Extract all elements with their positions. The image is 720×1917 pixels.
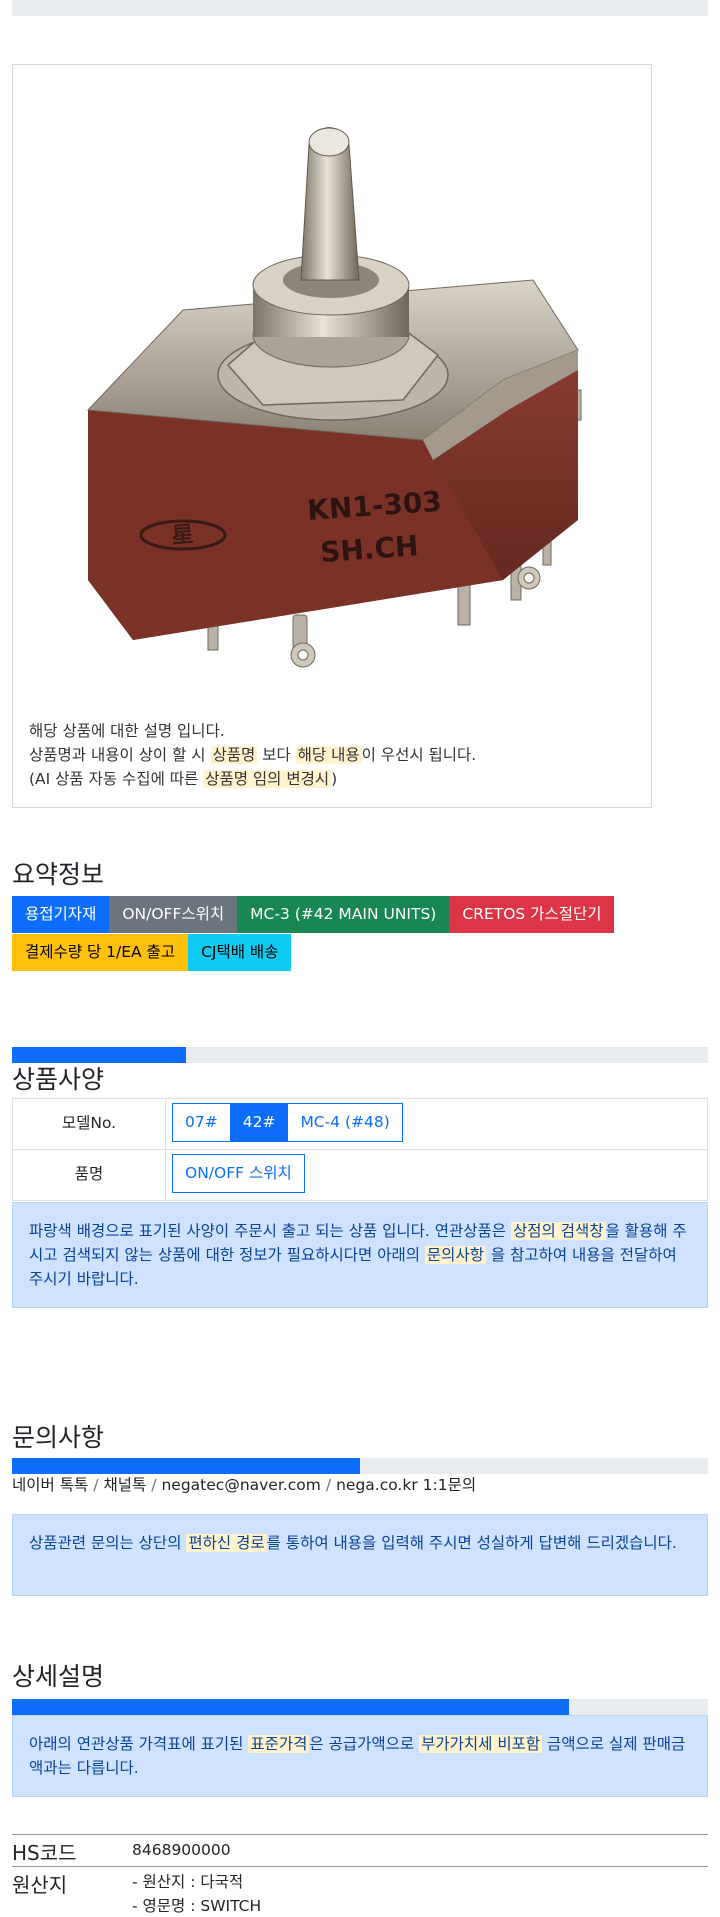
origin-english-name: - 영문명 : SWITCH <box>132 1897 262 1915</box>
model-option-07[interactable]: 07# <box>172 1103 231 1142</box>
info-row-hs: HS코드 8468900000 <box>12 1834 708 1867</box>
detail-notice-alert: 아래의 연관상품 가격표에 표기된 표준가격 은 공급가액으로 부가가치세 비포함… <box>12 1715 708 1797</box>
product-description: 해당 상품에 대한 설명 입니다. 상품명과 내용이 상이 할 시 상품명 보다… <box>29 719 629 791</box>
model-option-group: 07# 42# MC-4 (#48) <box>172 1103 403 1142</box>
desc-line-2: 상품명과 내용이 상이 할 시 상품명 보다 해당 내용 이 우선시 됩니다. <box>29 746 477 764</box>
highlight-content: 해당 내용 <box>295 746 362 764</box>
badge-type[interactable]: ON/OFF스위치 <box>109 896 238 933</box>
summary-title: 요약정보 <box>12 860 105 889</box>
spec-notice-alert: 파랑색 배경으로 표기된 사양이 주문시 출고 되는 상품 입니다. 연관상품은… <box>12 1202 708 1308</box>
detail-title: 상세설명 <box>12 1662 105 1691</box>
spec-progress-bar <box>12 1047 708 1063</box>
inquiry-title: 문의사항 <box>12 1423 105 1452</box>
desc-line-3: (AI 상품 자동 수집에 따른 상품명 임의 변경시) <box>29 770 338 788</box>
highlight-name-change: 상품명 임의 변경시 <box>203 770 332 788</box>
desc-line-1: 해당 상품에 대한 설명 입니다. <box>29 722 225 740</box>
spec-row-name: 품명 ON/OFF 스위치 <box>12 1149 708 1201</box>
highlight-inquiry: 문의사항 <box>424 1246 486 1264</box>
info-row-origin: 원산지 - 원산지 : 다국적 - 영문명 : SWITCH <box>12 1866 708 1917</box>
product-info-table: HS코드 8468900000 원산지 - 원산지 : 다국적 - 영문명 : … <box>12 1834 708 1917</box>
contact-links: 네이버 톡톡 / 채널톡 / negatec@naver.com / nega.co.kr … <box>12 1476 477 1494</box>
origin-label: 원산지 <box>12 1866 132 1917</box>
contact-site-inquiry[interactable]: nega.co.kr 1:1문의 <box>336 1476 476 1494</box>
product-image-brand-text: SH.CH <box>319 529 419 569</box>
name-label: 품명 <box>12 1149 166 1201</box>
top-bar <box>12 0 708 16</box>
spec-row-model: 모델No. 07# 42# MC-4 (#48) <box>12 1098 708 1150</box>
hs-code-label: HS코드 <box>12 1834 132 1867</box>
contact-email[interactable]: negatec@naver.com <box>161 1476 320 1494</box>
product-card: 星 KN1-303 SH.CH 해당 상품에 대한 설명 입니다. 상품명과 내… <box>12 64 652 808</box>
highlight-vat-excluded: 부가가치세 비포함 <box>419 1735 543 1753</box>
badge-category[interactable]: 용접기자재 <box>12 896 110 933</box>
model-label: 모델No. <box>12 1098 166 1150</box>
name-option-onoff[interactable]: ON/OFF 스위치 <box>172 1154 305 1193</box>
spec-title: 상품사양 <box>12 1065 105 1094</box>
inquiry-progress-bar <box>12 1458 708 1474</box>
name-option-group: ON/OFF 스위치 <box>172 1154 305 1193</box>
hs-code-value: 8468900000 <box>132 1834 708 1867</box>
contact-channel-talk[interactable]: 채널톡 <box>103 1476 146 1494</box>
detail-progress-bar <box>12 1699 708 1715</box>
summary-badges: 용접기자재 ON/OFF스위치 MC-3 (#42 MAIN UNITS) CR… <box>12 896 712 972</box>
product-image: 星 KN1-303 SH.CH <box>86 127 582 668</box>
badge-brand[interactable]: CRETOS 가스절단기 <box>449 896 615 933</box>
highlight-standard-price: 표준가격 <box>248 1735 310 1753</box>
highlight-preferred-route: 편하신 경로 <box>186 1534 267 1552</box>
svg-text:星: 星 <box>171 522 195 548</box>
spec-table: 모델No. 07# 42# MC-4 (#48) 품명 ON/OFF 스위치 <box>12 1098 708 1201</box>
highlight-store-search: 상점의 검색창 <box>511 1222 606 1240</box>
highlight-product-name: 상품명 <box>210 746 258 764</box>
inquiry-progress-fill <box>12 1458 360 1474</box>
contact-naver-talk[interactable]: 네이버 톡톡 <box>12 1476 88 1494</box>
badge-model[interactable]: MC-3 (#42 MAIN UNITS) <box>237 896 450 933</box>
badge-quantity[interactable]: 결제수량 당 1/EA 출고 <box>12 934 189 971</box>
badge-shipping[interactable]: CJ택배 배송 <box>188 934 292 971</box>
inquiry-notice-alert: 상품관련 문의는 상단의 편하신 경로 를 통하여 내용을 입력해 주시면 성실하… <box>12 1514 708 1596</box>
model-option-42-selected[interactable]: 42# <box>229 1103 289 1142</box>
origin-country: - 원산지 : 다국적 <box>132 1873 244 1891</box>
model-option-mc4[interactable]: MC-4 (#48) <box>287 1103 403 1142</box>
detail-progress-fill <box>12 1699 569 1715</box>
